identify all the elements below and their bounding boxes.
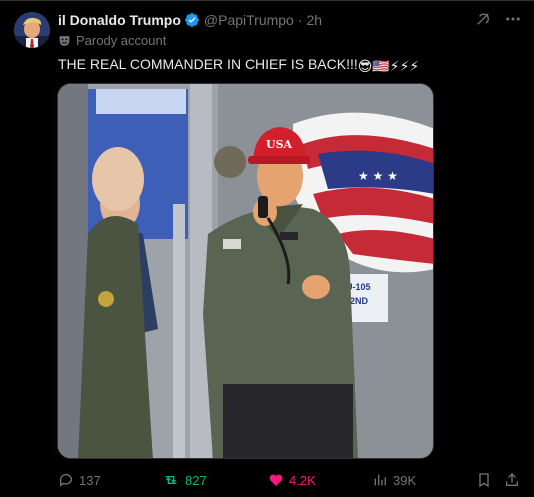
views-button[interactable]: 39K: [372, 470, 416, 490]
parody-mask-icon: [58, 34, 71, 47]
verified-badge-icon: [184, 12, 200, 28]
timestamp[interactable]: 2h: [307, 12, 323, 28]
more-icon[interactable]: [504, 10, 522, 28]
tweet-video[interactable]: ★ ★ ★ U-105 2ND USA: [57, 83, 434, 459]
like-count: 4.2K: [289, 472, 316, 488]
svg-text:★ ★ ★: ★ ★ ★: [358, 169, 398, 183]
view-count: 39K: [393, 472, 417, 488]
reply-icon: [59, 474, 72, 487]
grok-icon[interactable]: [474, 10, 492, 28]
parody-label-text: Parody account: [76, 33, 167, 48]
tweet[interactable]: il Donaldo Trumpo @PapiTrumpo · 2h Parod…: [0, 0, 534, 497]
repost-button[interactable]: 827: [162, 470, 207, 490]
like-button[interactable]: 4.2K: [268, 470, 316, 490]
hat-text: USA: [266, 138, 293, 151]
bookmark-icon: [479, 473, 489, 488]
repost-count: 827: [185, 472, 207, 488]
action-bar: 137 827 4.2K 39K: [58, 470, 522, 490]
parody-label: Parody account: [58, 33, 166, 48]
top-actions: [474, 10, 522, 28]
heart-icon: [269, 474, 283, 486]
avatar[interactable]: [14, 12, 50, 48]
wall-sign-line2: 2ND: [350, 296, 369, 306]
tweet-text-body: THE REAL COMMANDER IN CHIEF IS BACK!!!: [58, 56, 358, 72]
reply-count: 137: [79, 472, 101, 488]
tweet-header: il Donaldo Trumpo @PapiTrumpo · 2h: [58, 11, 322, 29]
tweet-text: THE REAL COMMANDER IN CHIEF IS BACK!!!😎🇺…: [58, 56, 419, 75]
separator-dot: ·: [297, 12, 303, 28]
views-icon: [374, 474, 386, 486]
tweet-emojis: 😎🇺🇸⚡⚡⚡: [357, 58, 420, 74]
share-icon: [506, 473, 518, 486]
share-button[interactable]: [504, 470, 525, 490]
handle[interactable]: @PapiTrumpo: [204, 12, 294, 28]
reply-button[interactable]: 137: [58, 470, 101, 490]
display-name[interactable]: il Donaldo Trumpo: [58, 12, 181, 28]
bookmark-button[interactable]: [476, 470, 497, 490]
repost-icon: [165, 476, 177, 484]
